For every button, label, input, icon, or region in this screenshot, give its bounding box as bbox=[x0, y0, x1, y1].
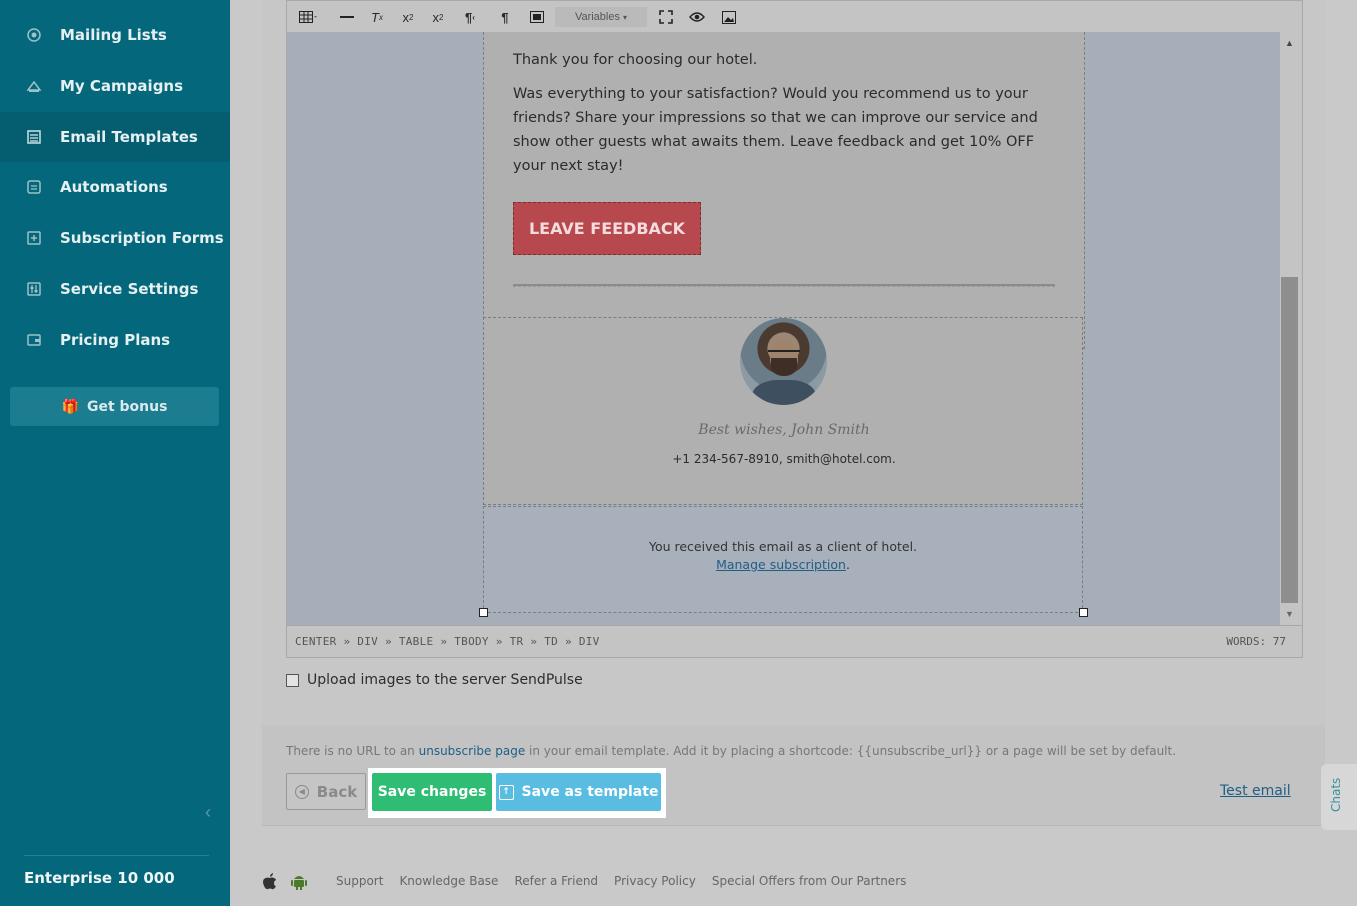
horizontal-line-icon[interactable] bbox=[337, 7, 357, 27]
email-editor: Tx x2 x2 ¶ ‹ ¶ Variables ▾ Thank you for … bbox=[286, 0, 1303, 658]
paragraph-rtl-icon[interactable]: ¶ ‹ bbox=[459, 7, 481, 27]
contact-info: +1 234-567-8910, smith@hotel.com. bbox=[672, 452, 896, 466]
editor-status-bar: CENTER » DIV » TABLE » TBODY » TR » TD »… bbox=[287, 625, 1302, 657]
manage-subscription-link[interactable]: Manage subscription bbox=[716, 557, 846, 572]
cta-label: LEAVE FEEDBACK bbox=[528, 219, 686, 238]
signature-text: Best wishes, John Smith bbox=[698, 422, 870, 438]
automations-icon bbox=[26, 179, 42, 195]
table-icon[interactable] bbox=[295, 7, 323, 27]
editor-scrollbar[interactable]: ▲ ▼ bbox=[1280, 32, 1302, 625]
get-bonus-button[interactable]: 🎁 Get bonus bbox=[10, 387, 219, 426]
email-content-block[interactable]: Thank you for choosing our hotel. Was ev… bbox=[483, 32, 1085, 349]
variables-dropdown[interactable]: Variables ▾ bbox=[555, 7, 647, 27]
element-path: CENTER » DIV » TABLE » TBODY » TR » TD »… bbox=[295, 635, 600, 648]
templates-icon bbox=[26, 129, 42, 145]
upload-images-checkbox[interactable] bbox=[286, 673, 299, 687]
scrollbar-thumb[interactable] bbox=[1281, 277, 1298, 603]
save-changes-button[interactable]: Save changes bbox=[372, 773, 492, 811]
variables-label: Variables bbox=[574, 11, 620, 23]
editor-toolbar: Tx x2 x2 ¶ ‹ ¶ Variables ▾ bbox=[287, 1, 1302, 33]
test-email-link[interactable]: Test email bbox=[1220, 783, 1291, 799]
collapse-sidebar-icon[interactable]: ‹ bbox=[205, 802, 211, 823]
upload-images-option[interactable]: Upload images to the server SendPulse bbox=[286, 672, 583, 688]
footer-link-privacy-policy[interactable]: Privacy Policy bbox=[614, 874, 696, 888]
sidebar-item-label: Email Templates bbox=[60, 128, 198, 146]
back-arrow-icon: ◀ bbox=[294, 784, 309, 799]
sidebar-item-pricing-plans[interactable]: Pricing Plans bbox=[0, 315, 230, 365]
apple-icon[interactable] bbox=[262, 872, 278, 890]
sidebar-item-service-settings[interactable]: Service Settings bbox=[0, 264, 230, 314]
android-icon[interactable] bbox=[290, 872, 308, 890]
resize-handle-right[interactable] bbox=[1079, 608, 1088, 617]
email-footer-block[interactable]: You received this email as a client of h… bbox=[483, 506, 1083, 613]
current-plan: Enterprise 10 000 bbox=[24, 869, 175, 887]
chats-label: Chats bbox=[1329, 777, 1343, 812]
sidebar-item-label: Pricing Plans bbox=[60, 331, 171, 349]
save-template-icon: ↑ bbox=[498, 784, 514, 800]
scroll-down-icon[interactable]: ▼ bbox=[1285, 609, 1294, 619]
image-icon[interactable] bbox=[719, 7, 739, 27]
sidebar-item-my-campaigns[interactable]: My Campaigns bbox=[0, 61, 230, 111]
sidebar-divider bbox=[24, 855, 209, 856]
email-canvas: Thank you for choosing our hotel. Was ev… bbox=[287, 32, 1280, 625]
sidebar-item-email-templates[interactable]: Email Templates bbox=[0, 112, 230, 162]
word-count: WORDS: 77 bbox=[1226, 635, 1286, 648]
sidebar-item-label: My Campaigns bbox=[60, 77, 184, 95]
leave-feedback-button[interactable]: LEAVE FEEDBACK bbox=[513, 202, 701, 255]
footer-link-special-offers[interactable]: Special Offers from Our Partners bbox=[712, 874, 907, 888]
superscript-icon[interactable]: x2 bbox=[428, 7, 448, 27]
footer-link-knowledge-base[interactable]: Knowledge Base bbox=[399, 874, 498, 888]
footer-link-support[interactable]: Support bbox=[336, 874, 383, 888]
gift-icon: 🎁 bbox=[61, 398, 79, 415]
template-block-icon[interactable] bbox=[527, 7, 547, 27]
email-divider bbox=[513, 284, 1055, 287]
notice-text-before: There is no URL to an bbox=[286, 744, 419, 758]
unsubscribe-page-link[interactable]: unsubscribe page bbox=[419, 744, 526, 758]
sidebar-item-label: Mailing Lists bbox=[60, 26, 167, 44]
signature-block[interactable]: Best wishes, John Smith +1 234-567-8910,… bbox=[483, 317, 1083, 505]
email-greeting: Thank you for choosing our hotel. bbox=[513, 52, 758, 68]
save-changes-label: Save changes bbox=[377, 784, 487, 800]
email-footer-text: You received this email as a client of h… bbox=[648, 539, 918, 554]
sidebar-item-automations[interactable]: Automations bbox=[0, 162, 230, 212]
resize-handle-left[interactable] bbox=[479, 608, 488, 617]
remove-format-icon[interactable]: Tx bbox=[367, 7, 387, 27]
sidebar-item-label: Subscription Forms bbox=[60, 229, 224, 247]
save-as-template-label: Save as template bbox=[521, 784, 659, 800]
unsubscribe-notice: There is no URL to an unsubscribe page i… bbox=[286, 744, 1176, 758]
avatar bbox=[740, 318, 827, 405]
email-body-text: Was everything to your satisfaction? Wou… bbox=[513, 86, 1038, 174]
forms-icon bbox=[26, 230, 42, 246]
page-footer: Support Knowledge Base Refer a Friend Pr… bbox=[262, 871, 922, 891]
get-bonus-label: Get bonus bbox=[86, 398, 168, 415]
save-as-template-button[interactable]: ↑ Save as template bbox=[496, 773, 661, 811]
sidebar-item-label: Service Settings bbox=[60, 280, 199, 298]
footer-link-refer-a-friend[interactable]: Refer a Friend bbox=[514, 874, 598, 888]
sidebar-item-subscription-forms[interactable]: Subscription Forms bbox=[0, 213, 230, 263]
preview-icon[interactable] bbox=[687, 7, 707, 27]
back-button[interactable]: ◀ Back bbox=[286, 773, 366, 810]
pricing-icon bbox=[26, 332, 42, 348]
sidebar-item-label: Automations bbox=[60, 178, 168, 196]
mailing-lists-icon bbox=[26, 27, 42, 43]
fullscreen-icon[interactable] bbox=[656, 7, 676, 27]
sidebar: Mailing Lists My Campaigns Email Templat… bbox=[0, 0, 230, 906]
sidebar-item-mailing-lists[interactable]: Mailing Lists bbox=[0, 10, 230, 60]
campaigns-icon bbox=[26, 78, 42, 94]
chats-tab[interactable]: Chats bbox=[1321, 764, 1357, 830]
notice-text-after: in your email template. Add it by placin… bbox=[525, 744, 1177, 758]
settings-icon bbox=[26, 281, 42, 297]
upload-images-label: Upload images to the server SendPulse bbox=[307, 672, 583, 688]
back-label: Back bbox=[316, 782, 358, 801]
subscript-icon[interactable]: x2 bbox=[398, 7, 418, 27]
manage-subscription-suffix: . bbox=[845, 557, 850, 572]
paragraph-icon[interactable]: ¶ bbox=[495, 7, 515, 27]
scroll-up-icon[interactable]: ▲ bbox=[1285, 38, 1294, 48]
manage-subscription-line: Manage subscription. bbox=[484, 557, 1082, 572]
